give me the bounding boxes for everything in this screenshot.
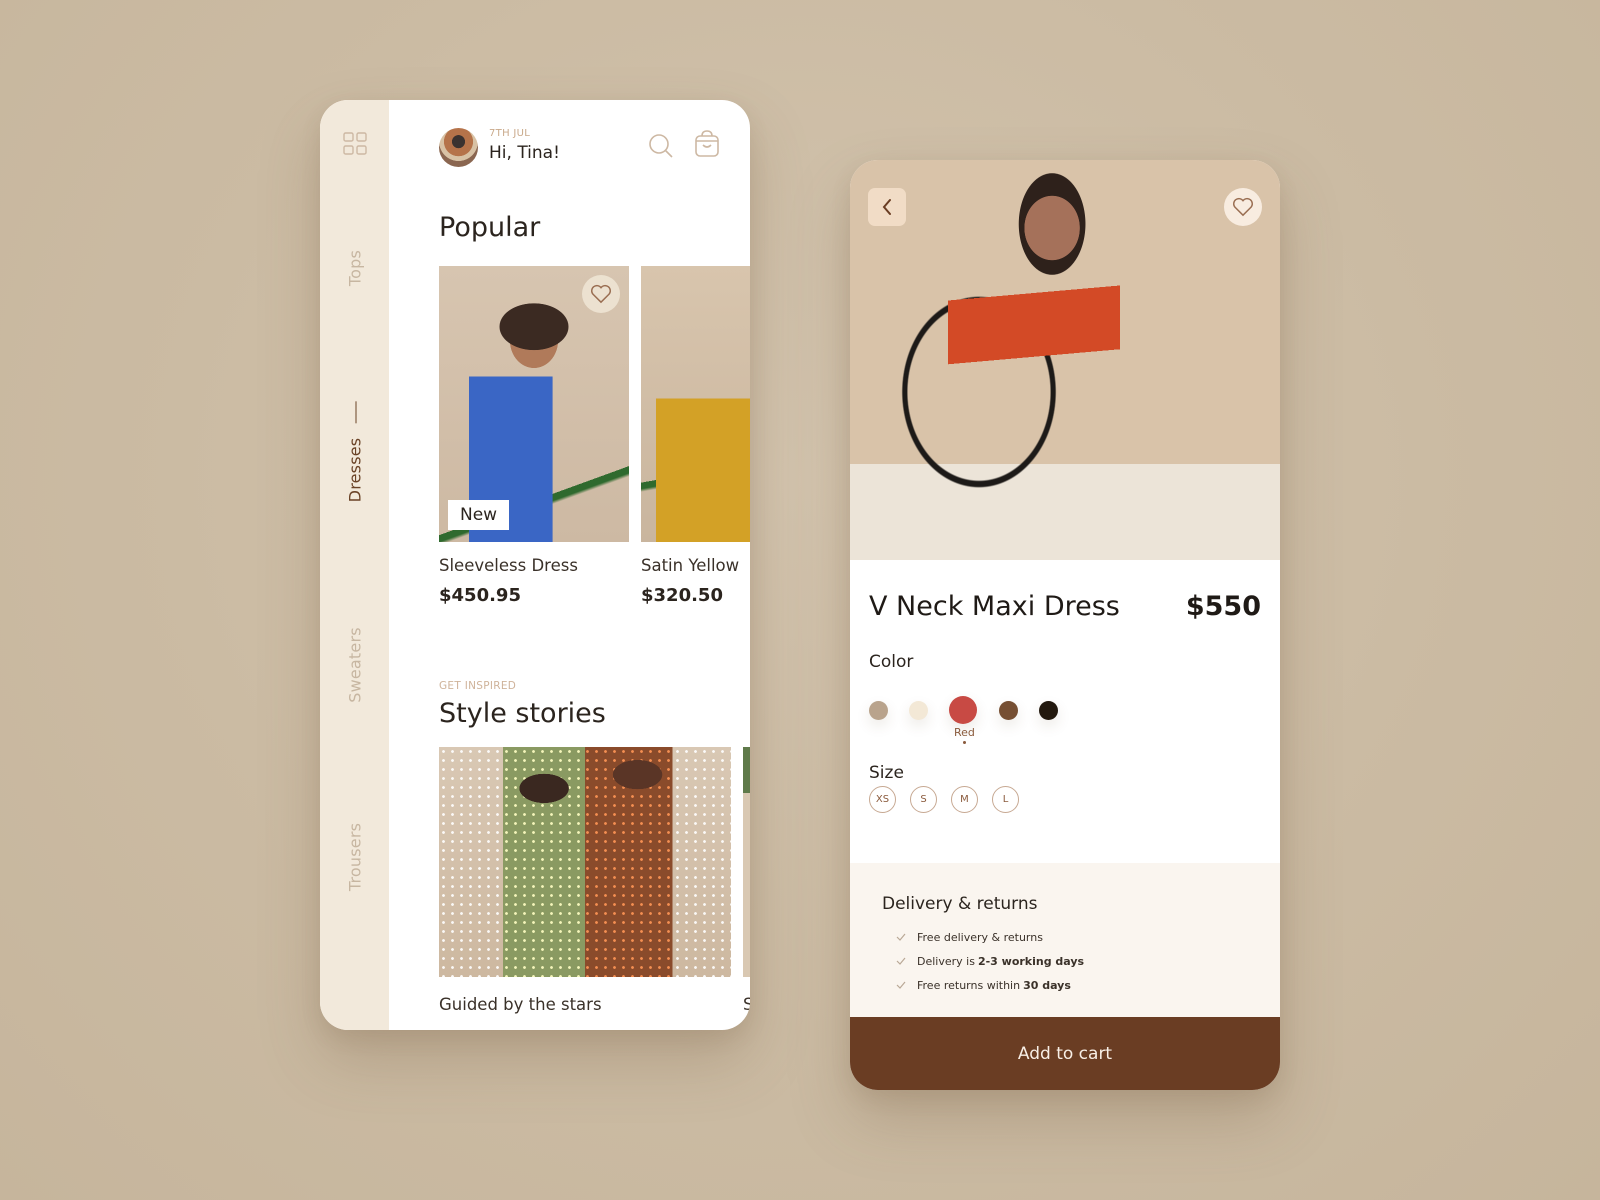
favorite-button[interactable]: [582, 275, 620, 313]
heart-icon: [591, 284, 611, 304]
avatar[interactable]: [439, 128, 478, 167]
product-price: $550: [1185, 591, 1261, 622]
delivery-text: Free returns within: [917, 978, 1021, 992]
delivery-item: Delivery is 2-3 working days: [896, 949, 1084, 973]
product-name: Satin Yellow: [641, 556, 740, 575]
search-icon[interactable]: [648, 133, 674, 159]
delivery-section: Delivery & returns Free delivery & retur…: [850, 863, 1280, 1017]
product-image[interactable]: [641, 266, 750, 542]
product-card[interactable]: New Sleeveless Dress $450.95: [439, 266, 629, 606]
home-main: 7TH JUL Hi, Tina! Popular New Sleeveless…: [389, 100, 750, 1030]
new-badge: New: [448, 500, 510, 530]
home-header: 7TH JUL Hi, Tina!: [439, 128, 730, 168]
story-title: Guided by the stars: [439, 995, 602, 1014]
size-label: Size: [869, 763, 904, 783]
color-swatch-brown[interactable]: [999, 701, 1018, 720]
product-image[interactable]: New: [439, 266, 629, 542]
grid-icon[interactable]: [343, 132, 367, 156]
date-label: 7TH JUL: [489, 128, 531, 139]
product-detail-screen: V Neck Maxi Dress $550 Color Red Size XS…: [850, 160, 1280, 1090]
check-icon: [896, 957, 906, 965]
color-swatch-red[interactable]: [949, 696, 977, 724]
delivery-list: Free delivery & returns Delivery is 2-3 …: [896, 925, 1084, 997]
delivery-highlight: 2-3 working days: [977, 954, 1085, 968]
stories-title: Style stories: [439, 698, 606, 729]
delivery-item: Free returns within 30 days: [896, 973, 1084, 997]
selected-indicator: [963, 741, 966, 744]
check-icon: [896, 981, 906, 989]
size-xs[interactable]: XS: [869, 786, 896, 813]
color-label: Color: [869, 652, 914, 672]
product-card[interactable]: Satin Yellow $320.50: [641, 266, 750, 606]
chevron-left-icon: [882, 199, 891, 215]
color-swatch-cream[interactable]: [909, 701, 928, 720]
size-l[interactable]: L: [992, 786, 1019, 813]
size-m[interactable]: M: [951, 786, 978, 813]
delivery-text: Free delivery & returns: [917, 930, 1043, 944]
greeting: Hi, Tina!: [489, 143, 560, 163]
stories-eyebrow: GET INSPIRED: [439, 680, 517, 692]
heart-icon: [1233, 197, 1253, 217]
add-to-cart-button[interactable]: Add to cart: [850, 1017, 1280, 1090]
story-title: S: [743, 995, 750, 1014]
delivery-title: Delivery & returns: [882, 894, 1038, 914]
story-image[interactable]: [439, 747, 731, 977]
story-image[interactable]: [743, 747, 750, 977]
delivery-highlight: 30 days: [1023, 978, 1071, 992]
shopping-bag-icon[interactable]: [694, 130, 720, 158]
sidebar-item-trousers[interactable]: Trousers: [346, 823, 365, 891]
product-title: V Neck Maxi Dress: [869, 591, 1120, 622]
back-button[interactable]: [868, 188, 906, 226]
sidebar-item-tops[interactable]: Tops: [346, 250, 365, 286]
selected-color-label: Red: [954, 726, 975, 739]
check-icon: [896, 933, 906, 941]
story-card[interactable]: S: [743, 747, 750, 1014]
product-hero-image: [850, 160, 1280, 560]
popular-title: Popular: [439, 212, 541, 243]
color-swatch-beige[interactable]: [869, 701, 888, 720]
delivery-item: Free delivery & returns: [896, 925, 1084, 949]
size-s[interactable]: S: [910, 786, 937, 813]
favorite-button[interactable]: [1224, 188, 1262, 226]
product-price: $320.50: [641, 585, 723, 606]
sidebar-item-dresses[interactable]: Dresses: [346, 402, 365, 503]
sidebar-item-sweaters[interactable]: Sweaters: [346, 627, 365, 703]
product-price: $450.95: [439, 585, 521, 606]
product-name: Sleeveless Dress: [439, 556, 578, 575]
category-sidebar: Tops Dresses Sweaters Trousers: [320, 100, 389, 1030]
home-screen: Tops Dresses Sweaters Trousers 7TH JUL H…: [320, 100, 750, 1030]
delivery-text: Delivery is: [917, 954, 975, 968]
color-swatch-black[interactable]: [1039, 701, 1058, 720]
story-card[interactable]: Guided by the stars: [439, 747, 731, 1014]
